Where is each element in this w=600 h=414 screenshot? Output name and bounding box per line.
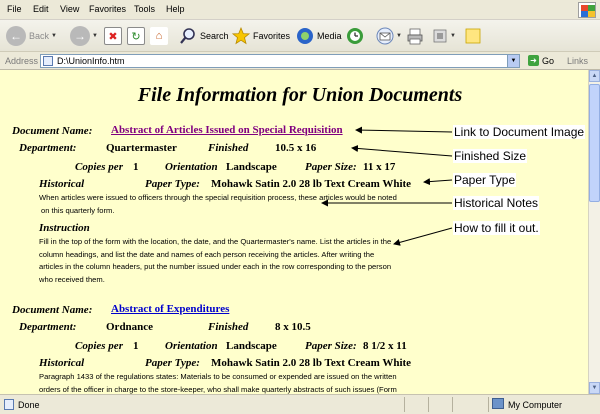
scroll-down-button[interactable]: ▼ [589,382,600,394]
divider [488,397,489,412]
arrow [355,126,453,134]
annotation-paper-type: Paper Type [453,173,517,187]
annotation-instructions: How to fill it out. [453,221,540,235]
divider [452,397,453,412]
divider [404,397,405,412]
scroll-up-button[interactable]: ▲ [589,70,600,82]
status-text: Done [18,400,40,410]
page-done-icon [4,399,14,410]
arrow [351,144,453,157]
vertical-scrollbar[interactable]: ▲ ▼ [588,70,600,394]
status-bar: Done My Computer [0,394,600,414]
annotation-link: Link to Document Image [453,125,586,139]
annotation-finished-size: Finished Size [453,149,528,163]
arrow [393,227,453,246]
scroll-thumb[interactable] [589,84,600,202]
arrow [423,178,453,186]
divider [428,397,429,412]
computer-icon [492,398,504,409]
annotation-historical-notes: Historical Notes [453,196,540,210]
security-zone: My Computer [508,400,563,410]
